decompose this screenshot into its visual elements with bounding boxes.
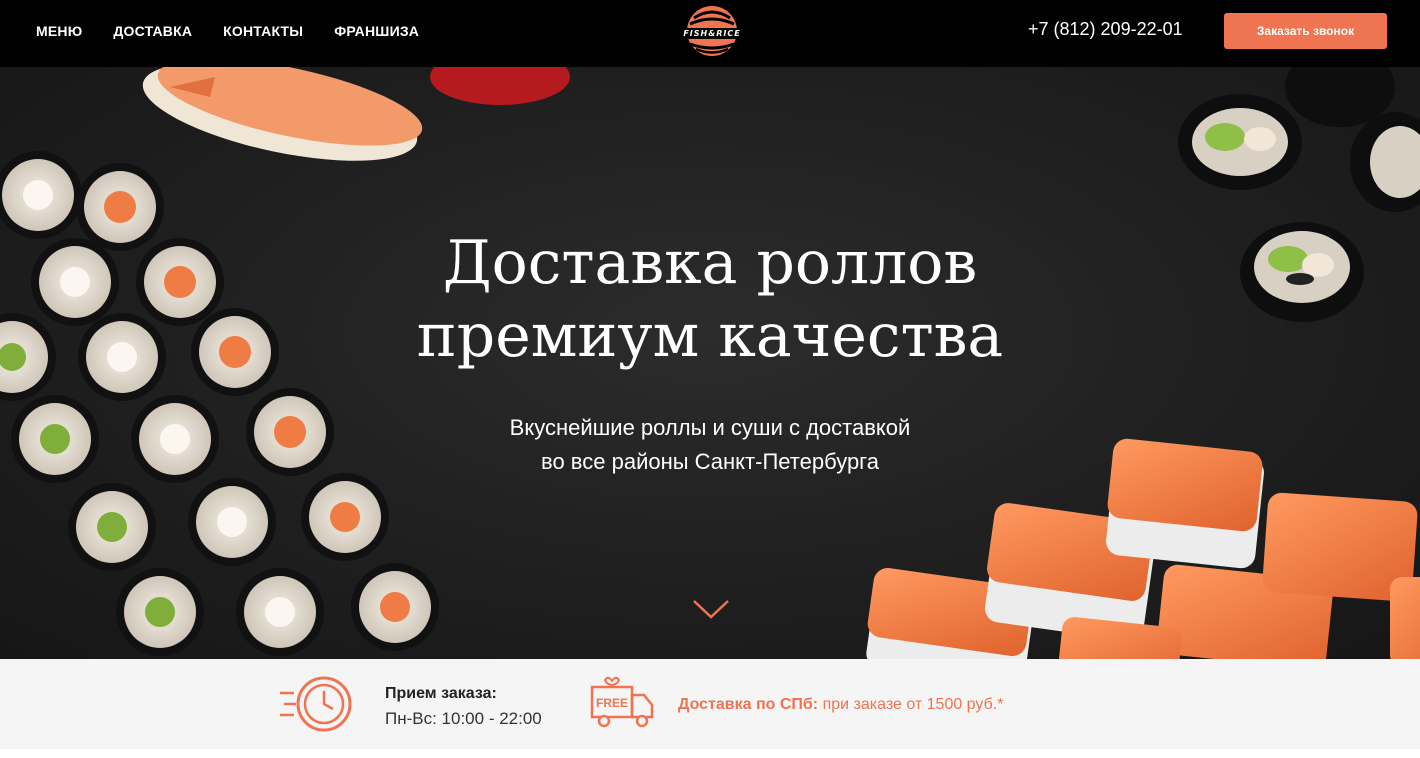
phone-link[interactable]: +7 (812) 209-22-01 bbox=[1028, 19, 1183, 40]
hero-title-line-1: Доставка роллов bbox=[442, 228, 978, 298]
info-bar: Прием заказа: Пн-Вс: 10:00 - 22:00 FREE … bbox=[0, 659, 1420, 749]
hero-title: Доставка роллов премиум качества bbox=[0, 227, 1420, 373]
clock-icon bbox=[280, 676, 352, 732]
nav-delivery-link[interactable]: ДОСТАВКА bbox=[113, 23, 192, 39]
hero-subtitle-line-2: во все районы Санкт-Петербурга bbox=[541, 449, 879, 474]
site-logo[interactable]: FISH&RICE bbox=[668, 4, 756, 58]
delivery-info: Доставка по СПб: при заказе от 1500 руб.… bbox=[678, 696, 1003, 714]
delivery-label: Доставка по СПб: bbox=[678, 696, 819, 713]
hero-subtitle-line-1: Вкуснейшие роллы и суши с доставкой bbox=[509, 415, 911, 440]
nav-franchise-link[interactable]: ФРАНШИЗА bbox=[334, 23, 419, 39]
free-delivery-truck-icon: FREE bbox=[590, 676, 654, 728]
site-header: МЕНЮ ДОСТАВКА КОНТАКТЫ ФРАНШИЗА FISH&RIC… bbox=[0, 0, 1420, 67]
nav-contacts-link[interactable]: КОНТАКТЫ bbox=[223, 23, 303, 39]
shrimp-nigiri bbox=[142, 67, 570, 161]
delivery-text: при заказе от 1500 руб.* bbox=[818, 696, 1004, 713]
hours-title: Прием заказа: bbox=[385, 685, 497, 702]
nav-menu-link[interactable]: МЕНЮ bbox=[36, 23, 82, 39]
hero-subtitle: Вкуснейшие роллы и суши с доставкой во в… bbox=[0, 411, 1420, 479]
main-nav: МЕНЮ ДОСТАВКА КОНТАКТЫ ФРАНШИЗА bbox=[36, 0, 419, 62]
hero-title-line-2: премиум качества bbox=[416, 301, 1004, 371]
chevron-down-icon[interactable] bbox=[692, 597, 730, 621]
truck-badge-text: FREE bbox=[596, 696, 628, 710]
callback-button[interactable]: Заказать звонок bbox=[1224, 13, 1387, 49]
hero-section: Доставка роллов премиум качества Вкусней… bbox=[0, 67, 1420, 659]
hours-value: Пн-Вс: 10:00 - 22:00 bbox=[385, 709, 542, 728]
logo-text: FISH&RICE bbox=[683, 29, 741, 38]
